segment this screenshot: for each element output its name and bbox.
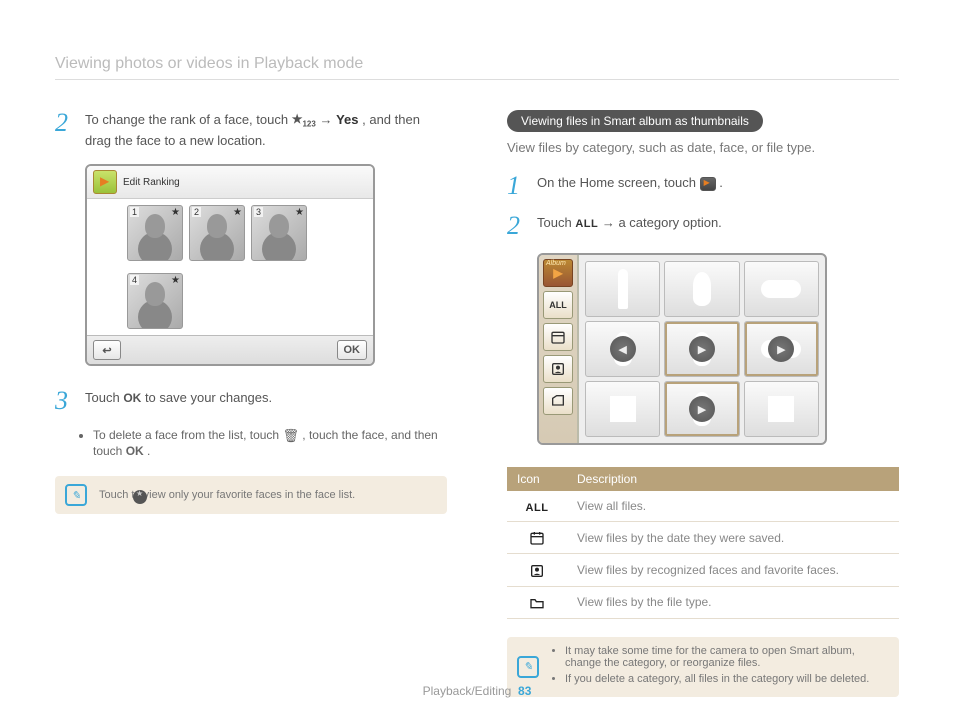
step2-arrow: →: [319, 112, 336, 127]
left-column: 2 To change the rank of a face, touch ★1…: [55, 110, 447, 697]
all-icon: ALL: [526, 502, 549, 514]
screen-title: Edit Ranking: [123, 177, 180, 188]
face-thumb[interactable]: 4★: [127, 273, 183, 329]
step-number: 2: [55, 110, 79, 150]
back-button[interactable]: ↩: [93, 340, 121, 360]
play-overlay-icon: ▶: [689, 336, 715, 362]
star-off-icon: [133, 490, 147, 504]
ok-button[interactable]: OK: [337, 340, 368, 360]
table-row: ALL View all files.: [507, 491, 899, 522]
r1-text-b: .: [719, 175, 723, 190]
table-row: View files by recognized faces and favor…: [507, 554, 899, 586]
r-step-1: 1 On the Home screen, touch .: [507, 173, 899, 199]
sidebar-type-icon[interactable]: [543, 387, 573, 415]
app-icon: [93, 170, 117, 194]
bullet-a: To delete a face from the list, touch: [93, 428, 282, 442]
face-thumb[interactable]: 3★: [251, 205, 307, 261]
folder-icon: [507, 586, 567, 618]
calendar-icon: [507, 522, 567, 554]
play-overlay-icon: ▶: [768, 336, 794, 362]
table-row: View files by the date they were saved.: [507, 522, 899, 554]
step3-sub: To delete a face from the list, touch 🗑 …: [55, 428, 447, 458]
sidebar-album-icon[interactable]: Album: [543, 259, 573, 287]
ok-inline-icon: OK: [126, 444, 144, 458]
ok-inline-icon: OK: [123, 391, 141, 405]
album-thumb[interactable]: [585, 381, 660, 437]
album-thumb[interactable]: [585, 261, 660, 317]
step-number: 3: [55, 388, 79, 414]
album-thumb[interactable]: ▶: [744, 321, 819, 377]
icon-table: Icon Description ALL View all files. Vie…: [507, 467, 899, 619]
row-desc: View files by the date they were saved.: [567, 522, 899, 554]
th-icon: Icon: [507, 467, 567, 491]
step2-text-a: To change the rank of a face, touch: [85, 112, 292, 127]
trash-icon: 🗑: [282, 428, 299, 443]
footer-page: 83: [518, 684, 531, 698]
play-icon: [700, 177, 716, 191]
face-box-icon: [507, 554, 567, 586]
r2-text-a: Touch: [537, 215, 575, 230]
play-overlay-icon: ◀: [610, 336, 636, 362]
row-desc: View files by the file type.: [567, 586, 899, 618]
album-thumb[interactable]: ▶: [664, 381, 739, 437]
sidebar-date-icon[interactable]: [543, 323, 573, 351]
step3-text-b: to save your changes.: [145, 390, 272, 405]
row-desc: View files by recognized faces and favor…: [567, 554, 899, 586]
section-pill: Viewing files in Smart album as thumbnai…: [507, 110, 763, 132]
album-thumb[interactable]: ◀: [585, 321, 660, 377]
page-footer: Playback/Editing 83: [0, 684, 954, 698]
step-number: 2: [507, 213, 531, 239]
th-desc: Description: [567, 467, 899, 491]
table-row: View files by the file type.: [507, 586, 899, 618]
step-number: 1: [507, 173, 531, 199]
note-icon: ✎: [65, 484, 87, 506]
note-li-1: It may take some time for the camera to …: [565, 645, 889, 669]
edit-ranking-screen: Edit Ranking 1★ 2★ 3★ 4★ ↩ OK: [85, 164, 375, 366]
album-thumb[interactable]: [744, 381, 819, 437]
play-overlay-icon: ▶: [689, 396, 715, 422]
intro-text: View files by category, such as date, fa…: [507, 140, 899, 155]
page-header: Viewing photos or videos in Playback mod…: [55, 55, 899, 80]
sidebar-face-icon[interactable]: [543, 355, 573, 383]
step-3: 3 Touch OK to save your changes.: [55, 388, 447, 414]
smart-album-screen: Album ALL ◀ ▶ ▶ ▶: [537, 253, 827, 445]
r1-text-a: On the Home screen, touch: [537, 175, 700, 190]
footer-section: Playback/Editing: [423, 684, 512, 698]
r-step-2: 2 Touch ALL → a category option.: [507, 213, 899, 239]
note-box-left: ✎ Touch to view only your favorite faces…: [55, 476, 447, 514]
step3-text-a: Touch: [85, 390, 123, 405]
row-desc: View all files.: [567, 491, 899, 522]
r2-text-b: → a category option.: [602, 215, 722, 230]
bullet-c: .: [147, 444, 150, 458]
album-thumb[interactable]: [744, 261, 819, 317]
all-inline-icon: ALL: [575, 218, 598, 230]
yes-label: Yes: [336, 112, 358, 127]
album-thumb[interactable]: ▶: [664, 321, 739, 377]
album-thumb[interactable]: [664, 261, 739, 317]
rank-icon: ★123: [292, 112, 316, 126]
face-thumb[interactable]: 1★: [127, 205, 183, 261]
right-column: Viewing files in Smart album as thumbnai…: [507, 110, 899, 697]
sidebar-all-icon[interactable]: ALL: [543, 291, 573, 319]
step-2: 2 To change the rank of a face, touch ★1…: [55, 110, 447, 150]
note-icon: ✎: [517, 656, 539, 678]
face-thumb[interactable]: 2★: [189, 205, 245, 261]
